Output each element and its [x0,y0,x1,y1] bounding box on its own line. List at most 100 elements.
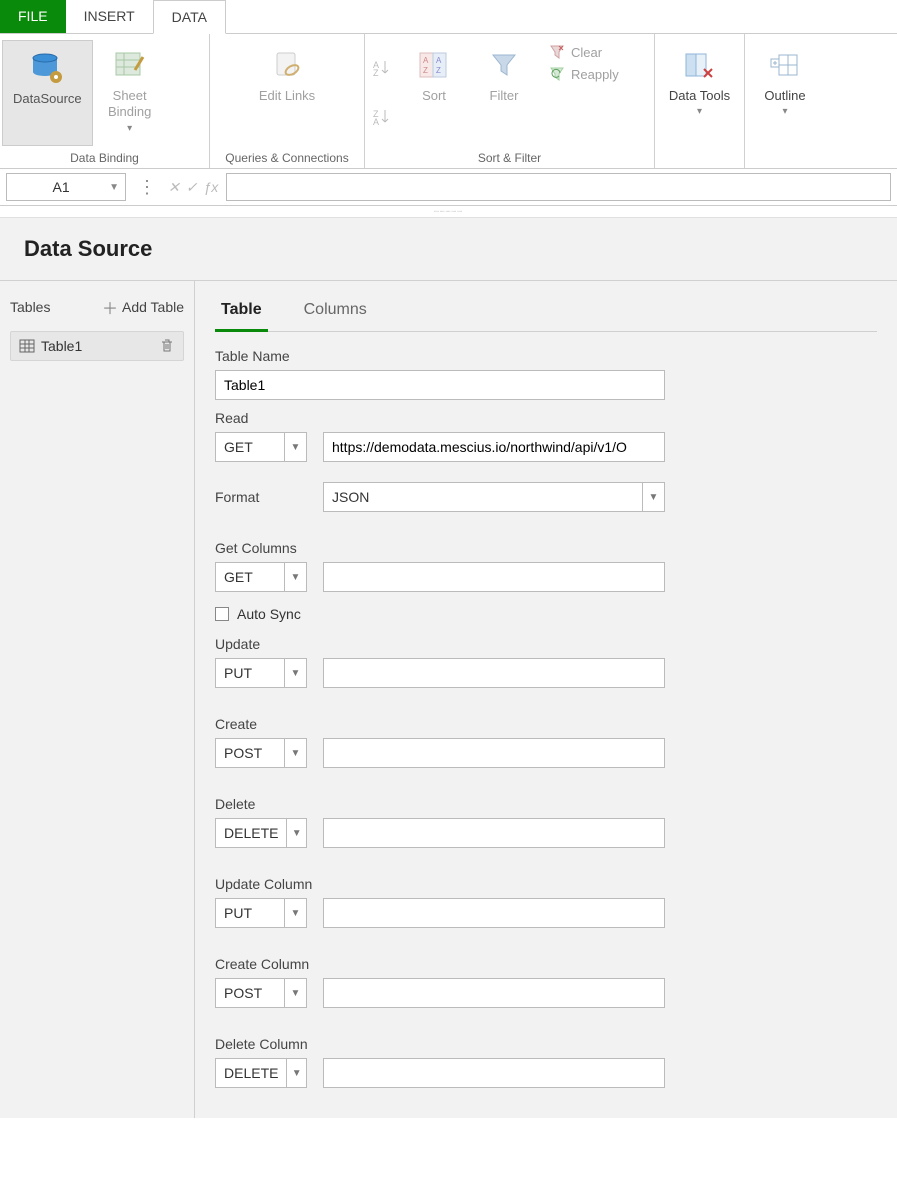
queries-group-label: Queries & Connections [210,148,364,168]
subtab-columns[interactable]: Columns [298,295,373,331]
updatecol-label: Update Column [215,876,877,892]
tab-file[interactable]: FILE [0,0,66,33]
read-url-input[interactable] [323,432,665,462]
format-select[interactable]: JSON▼ [323,482,665,512]
sort-label: Sort [422,88,446,104]
sheet-binding-button[interactable]: Sheet Binding [95,38,165,148]
clear-label: Clear [571,45,602,60]
read-label: Read [215,410,877,426]
edit-links-icon [272,44,302,86]
accept-formula-icon[interactable]: ✓ [186,179,198,196]
resize-grip[interactable]: ┈┈┈┈┈ [0,206,897,218]
updatecol-method-select[interactable]: PUT▼ [215,898,307,928]
dropdown-caret-icon: ▼ [109,182,119,193]
filter-button[interactable]: Filter [469,38,539,148]
auto-sync-label: Auto Sync [237,606,301,622]
edit-links-button[interactable]: Edit Links [249,38,325,148]
tab-insert[interactable]: INSERT [66,0,153,33]
data-tools-button[interactable]: Data Tools [659,38,740,148]
datasource-button[interactable]: DataSource [2,40,93,146]
format-label: Format [215,489,307,505]
formula-actions: ✕ ✓ ƒx [168,179,218,196]
fx-icon[interactable]: ƒx [203,179,218,196]
create-method-select[interactable]: POST▼ [215,738,307,768]
add-table-button[interactable]: ＋ Add Table [102,295,184,319]
plus-icon: ＋ [102,295,118,319]
svg-text:Z: Z [423,66,428,75]
cancel-formula-icon[interactable]: ✕ [168,179,180,196]
sortfilter-group-label: Sort & Filter [365,148,654,168]
subtab-table[interactable]: Table [215,295,268,332]
getcolumns-url-input[interactable] [323,562,665,592]
edit-links-label: Edit Links [259,88,315,104]
deletecol-method-select[interactable]: DELETE▼ [215,1058,307,1088]
svg-text:A: A [373,117,379,125]
getcolumns-method-select[interactable]: GET▼ [215,562,307,592]
chevron-down-icon: ▼ [286,819,306,847]
tab-data[interactable]: DATA [153,0,226,34]
getcolumns-label: Get Columns [215,540,877,556]
chevron-down-icon: ▼ [642,483,664,511]
update-label: Update [215,636,877,652]
outline-button[interactable]: Outline [750,38,820,148]
create-url-input[interactable] [323,738,665,768]
createcol-url-input[interactable] [323,978,665,1008]
reapply-label: Reapply [571,67,619,82]
cell-reference-box[interactable]: A1 ▼ [6,173,126,201]
tables-sidebar: Tables ＋ Add Table Table1 [0,281,195,1118]
data-binding-group-label: Data Binding [0,148,209,168]
delete-label: Delete [215,796,877,812]
table-name-input[interactable] [215,370,665,400]
outline-label: Outline [764,88,805,104]
sheet-binding-icon [113,44,147,86]
svg-text:A: A [423,56,429,65]
auto-sync-checkbox[interactable]: Auto Sync [215,606,877,622]
chevron-down-icon: ▼ [284,433,306,461]
chevron-down-icon: ▼ [284,659,306,687]
chevron-down-icon: ▼ [284,739,306,767]
updatecol-url-input[interactable] [323,898,665,928]
sheet-binding-label: Sheet Binding [108,88,151,121]
menubar: FILE INSERT DATA [0,0,897,34]
cell-reference-value: A1 [52,179,69,195]
table-icon [19,338,35,354]
create-label: Create [215,716,877,732]
tables-label: Tables [10,299,50,315]
table-item-name: Table1 [41,338,82,354]
reapply-filter-button[interactable]: Reapply [549,66,619,82]
add-table-label: Add Table [122,299,184,315]
data-tools-icon [684,44,716,86]
clear-filter-button[interactable]: Clear [549,44,619,60]
update-method-select[interactable]: PUT▼ [215,658,307,688]
delete-url-input[interactable] [323,818,665,848]
table-name-label: Table Name [215,348,877,364]
sort-asc-icon[interactable]: AZ [373,58,391,79]
ribbon: DataSource Sheet Binding Data Binding [0,34,897,169]
datasource-label: DataSource [13,91,82,107]
funnel-icon [490,44,518,86]
formula-bar: A1 ▼ ⋮ ✕ ✓ ƒx [0,169,897,206]
formula-input[interactable] [226,173,891,201]
svg-text:A: A [436,56,442,65]
chevron-down-icon: ▼ [284,979,306,1007]
createcol-method-select[interactable]: POST▼ [215,978,307,1008]
page-title: Data Source [0,218,897,281]
sort-button[interactable]: AZAZ Sort [399,38,469,148]
deletecol-url-input[interactable] [323,1058,665,1088]
chevron-down-icon: ▼ [284,899,306,927]
outline-icon [769,44,801,86]
svg-text:Z: Z [373,68,379,76]
table-list-item[interactable]: Table1 [10,331,184,361]
filter-label: Filter [490,88,519,104]
deletecol-label: Delete Column [215,1036,877,1052]
delete-method-select[interactable]: DELETE▼ [215,818,307,848]
trash-icon[interactable] [159,338,175,354]
more-options-icon[interactable]: ⋮ [134,180,160,194]
svg-text:Z: Z [436,66,441,75]
sort-desc-icon[interactable]: ZA [373,107,391,128]
createcol-label: Create Column [215,956,877,972]
update-url-input[interactable] [323,658,665,688]
read-method-select[interactable]: GET▼ [215,432,307,462]
sort-icon: AZAZ [418,44,450,86]
clear-funnel-icon [549,44,565,60]
